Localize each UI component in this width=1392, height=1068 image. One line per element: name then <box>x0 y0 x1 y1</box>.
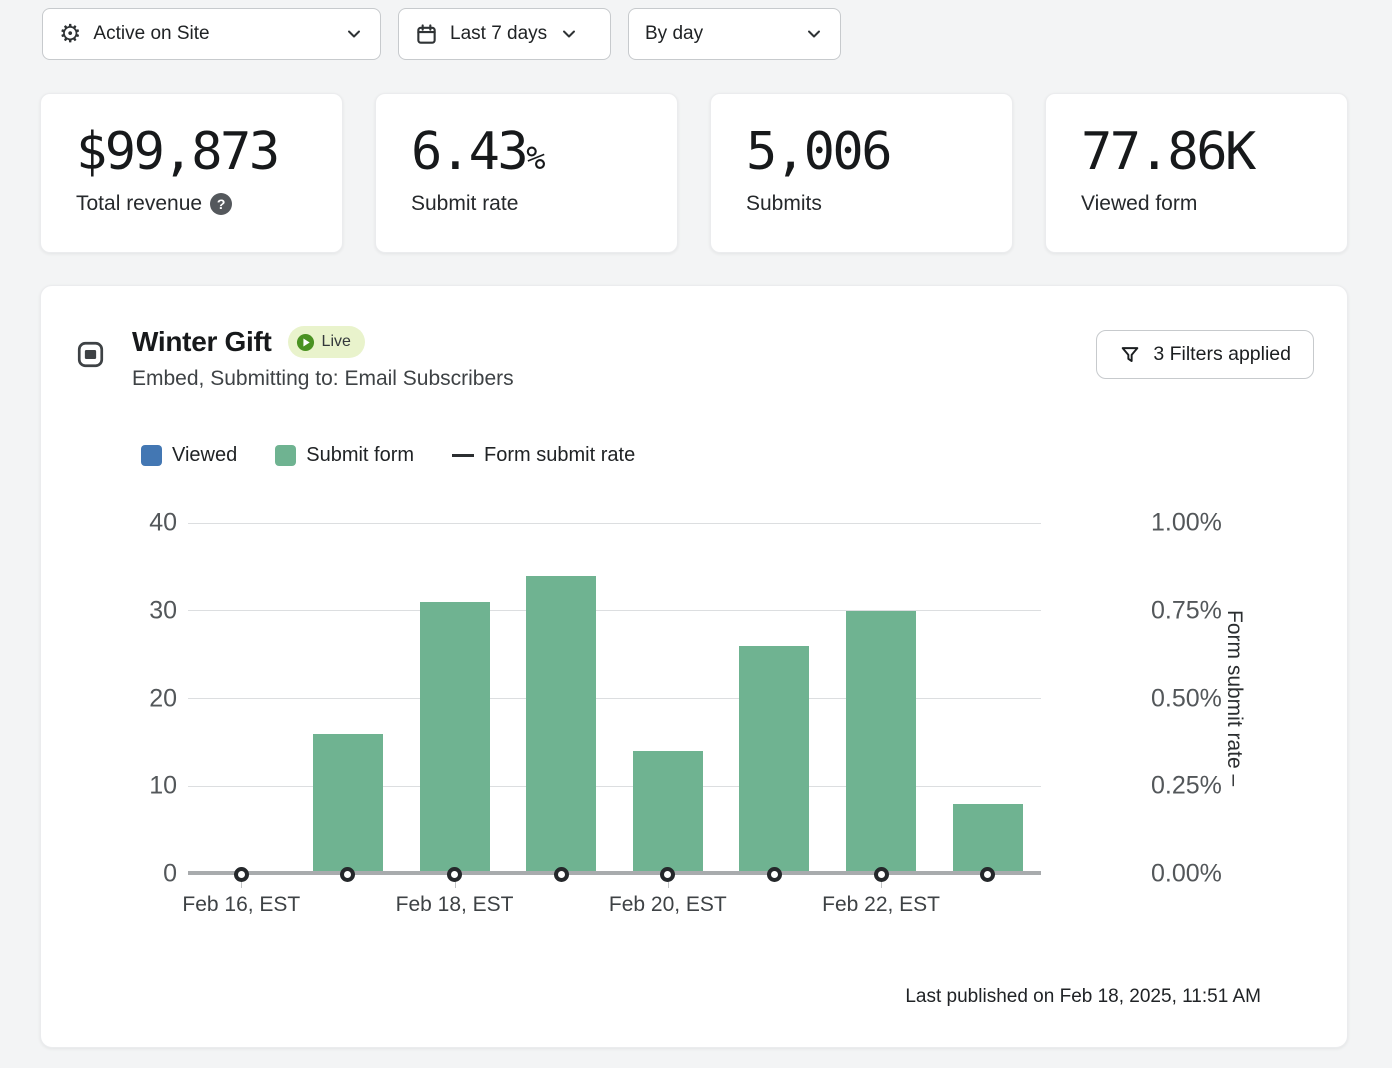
stat-card-submit-rate: 6.43% Submit rate <box>375 93 678 253</box>
rate-marker[interactable] <box>980 867 995 882</box>
x-axis-baseline <box>188 871 1041 875</box>
x-axis-labels: Feb 16, ESTFeb 18, ESTFeb 20, ESTFeb 22,… <box>188 893 1041 923</box>
x-tick-label: Feb 16, EST <box>182 893 300 917</box>
rate-marker[interactable] <box>554 867 569 882</box>
filter-icon <box>1119 344 1141 366</box>
stat-label: Submits <box>746 192 822 216</box>
bar-feb-23[interactable] <box>953 804 1023 874</box>
embed-form-icon <box>77 341 104 368</box>
date-range-dropdown[interactable]: Last 7 days <box>398 8 611 60</box>
form-status-dropdown[interactable]: ⚙ Active on Site <box>42 8 381 60</box>
right-axis-tick-label: 0.00% <box>1151 860 1222 889</box>
live-badge: Live <box>288 326 365 358</box>
chart-legend: Viewed Submit form Form submit rate <box>141 444 635 467</box>
bar-feb-19[interactable] <box>526 576 596 874</box>
bar-feb-18[interactable] <box>420 602 490 874</box>
granularity-dropdown[interactable]: By day <box>628 8 841 60</box>
stat-label-row: Viewed form <box>1081 192 1313 216</box>
stat-value-suffix: % <box>526 139 545 177</box>
stat-card-submits: 5,006 Submits <box>710 93 1013 253</box>
right-axis-tick-label: 0.75% <box>1151 596 1222 625</box>
filter-bar: ⚙ Active on Site Last 7 days By day <box>42 8 841 60</box>
help-icon[interactable]: ? <box>210 193 232 215</box>
form-title: Winter Gift <box>132 326 272 358</box>
line-swatch-icon <box>452 454 474 457</box>
legend-label: Viewed <box>172 444 237 467</box>
date-range-dropdown-label: Last 7 days <box>450 23 547 45</box>
stat-label-row: Total revenue? <box>76 192 308 216</box>
square-swatch-icon <box>275 445 296 466</box>
right-axis-tick-label: 1.00% <box>1151 509 1222 538</box>
x-tick-label: Feb 20, EST <box>609 893 727 917</box>
stat-label-row: Submit rate <box>411 192 643 216</box>
stat-label: Total revenue <box>76 192 202 216</box>
bar-feb-20[interactable] <box>633 751 703 874</box>
filters-applied-button[interactable]: 3 Filters applied <box>1096 330 1314 379</box>
stat-value: $99,873 <box>76 124 308 180</box>
form-subtitle: Embed, Submitting to: Email Subscribers <box>132 367 514 391</box>
gear-icon: ⚙ <box>59 22 81 47</box>
play-icon <box>296 333 315 352</box>
filters-applied-label: 3 Filters applied <box>1153 343 1291 366</box>
legend-label: Submit form <box>306 444 414 467</box>
bar-feb-22[interactable] <box>846 611 916 874</box>
bar-feb-17[interactable] <box>313 734 383 874</box>
granularity-dropdown-label: By day <box>645 23 703 45</box>
stat-value: 77.86K <box>1081 124 1313 180</box>
stat-label-row: Submits <box>746 192 978 216</box>
form-title-row: Winter Gift Live <box>132 326 514 358</box>
legend-item-form-submit-rate[interactable]: Form submit rate <box>452 444 635 467</box>
square-swatch-icon <box>141 445 162 466</box>
rate-marker[interactable] <box>234 867 249 882</box>
rate-marker[interactable] <box>447 867 462 882</box>
card-header: Winter Gift Live Embed, Submitting to: E… <box>77 326 514 391</box>
stat-label: Submit rate <box>411 192 518 216</box>
left-axis-tick-label: 40 <box>149 509 177 538</box>
stat-value: 6.43% <box>411 124 643 180</box>
stat-card-total-revenue: $99,873 Total revenue? <box>40 93 343 253</box>
chevron-down-icon <box>344 24 364 44</box>
chevron-down-icon <box>804 24 824 44</box>
y-axis-left: 010203040 <box>41 523 177 874</box>
rate-marker[interactable] <box>874 867 889 882</box>
last-published-text: Last published on Feb 18, 2025, 11:51 AM <box>905 986 1261 1008</box>
rate-marker[interactable] <box>340 867 355 882</box>
rate-marker[interactable] <box>767 867 782 882</box>
legend-item-viewed[interactable]: Viewed <box>141 444 237 467</box>
calendar-icon <box>415 23 438 46</box>
left-axis-tick-label: 30 <box>149 596 177 625</box>
stat-label: Viewed form <box>1081 192 1197 216</box>
x-tick-label: Feb 22, EST <box>822 893 940 917</box>
stat-value: 5,006 <box>746 124 978 180</box>
stat-card-viewed-form: 77.86K Viewed form <box>1045 93 1348 253</box>
left-axis-tick-label: 10 <box>149 772 177 801</box>
left-axis-tick-label: 20 <box>149 684 177 713</box>
gridline <box>188 523 1041 524</box>
form-analytics-card: Winter Gift Live Embed, Submitting to: E… <box>40 285 1348 1048</box>
left-axis-tick-label: 0 <box>163 860 177 889</box>
right-axis-tick-label: 0.25% <box>1151 772 1222 801</box>
x-tick-label: Feb 18, EST <box>396 893 514 917</box>
right-axis-tick-label: 0.50% <box>1151 684 1222 713</box>
legend-item-submit-form[interactable]: Submit form <box>275 444 414 467</box>
live-badge-label: Live <box>322 333 351 351</box>
chevron-down-icon <box>559 24 579 44</box>
rate-marker[interactable] <box>660 867 675 882</box>
bar-feb-21[interactable] <box>739 646 809 874</box>
legend-label: Form submit rate <box>484 444 635 467</box>
stat-cards-row: $99,873 Total revenue? 6.43% Submit rate 5,0… <box>40 93 1348 253</box>
plot-area <box>188 523 1041 874</box>
form-status-dropdown-label: Active on Site <box>93 23 209 45</box>
y-axis-right-title: Form submit rate – <box>1217 523 1251 874</box>
